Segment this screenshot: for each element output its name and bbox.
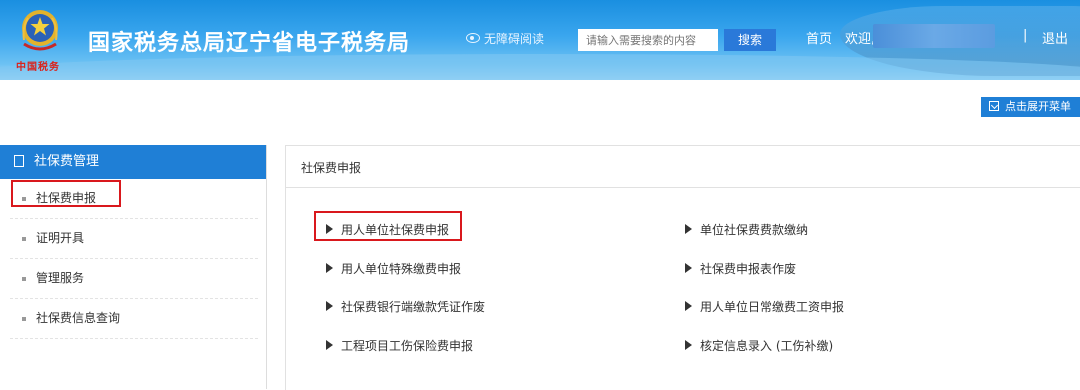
triangle-right-icon <box>326 301 333 311</box>
link-project-injury-insurance-declaration[interactable]: 工程项目工伤保险费申报 <box>326 337 473 354</box>
sidebar-item-label: 管理服务 <box>36 271 85 285</box>
link-label: 用人单位特殊缴费申报 <box>341 262 462 276</box>
document-icon <box>14 155 24 167</box>
search-button[interactable]: 搜索 <box>724 29 776 51</box>
highlight-box-sidebar <box>11 180 121 207</box>
search-input[interactable] <box>578 29 718 51</box>
triangle-right-icon <box>685 340 692 350</box>
link-label: 单位社保费费款缴纳 <box>700 223 809 237</box>
link-bank-voucher-void[interactable]: 社保费银行端缴款凭证作废 <box>326 298 485 315</box>
triangle-right-icon <box>326 340 333 350</box>
link-daily-wage-declaration[interactable]: 用人单位日常缴费工资申报 <box>685 298 844 315</box>
link-label: 用人单位日常缴费工资申报 <box>700 300 845 314</box>
site-header: 中国税务 国家税务总局辽宁省电子税务局 无障碍阅读 搜索 首页 欢迎, | 退出 <box>0 0 1080 80</box>
header-decoration <box>0 54 1080 80</box>
redacted-username <box>873 24 995 48</box>
link-label: 核定信息录入 (工伤补缴) <box>700 339 834 353</box>
logout-link[interactable]: 退出 <box>1042 28 1068 47</box>
link-declaration-form-void[interactable]: 社保费申报表作废 <box>685 260 796 277</box>
sidebar-item-info-query[interactable]: 社保费信息查询 <box>10 299 258 339</box>
expand-down-icon <box>989 101 999 111</box>
home-link[interactable]: 首页 <box>806 28 832 47</box>
link-verified-info-entry[interactable]: 核定信息录入 (工伤补缴) <box>685 337 833 354</box>
highlight-box-main <box>314 211 462 241</box>
tax-emblem-icon <box>22 10 58 51</box>
accessibility-reading-link[interactable]: 无障碍阅读 <box>466 30 544 47</box>
link-label: 工程项目工伤保险费申报 <box>341 339 474 353</box>
sidebar-item-label: 社保费信息查询 <box>36 311 121 325</box>
bullet-icon <box>22 317 26 321</box>
triangle-right-icon <box>685 263 692 273</box>
triangle-right-icon <box>326 263 333 273</box>
sidebar-item-label: 证明开具 <box>36 231 85 245</box>
sidebar-item-certificate-issuance[interactable]: 证明开具 <box>10 219 258 259</box>
triangle-right-icon <box>685 301 692 311</box>
link-label: 社保费银行端缴款凭证作废 <box>341 300 486 314</box>
eye-icon <box>466 33 480 43</box>
link-employer-special-payment-declaration[interactable]: 用人单位特殊缴费申报 <box>326 260 461 277</box>
link-label: 社保费申报表作废 <box>700 262 797 276</box>
nav-separator: | <box>1023 28 1028 43</box>
panel-title: 社保费申报 <box>286 146 1080 188</box>
expand-menu-button[interactable]: 点击展开菜单 <box>981 97 1080 117</box>
bullet-icon <box>22 237 26 241</box>
emblem-script-text: 中国税务 <box>16 62 60 73</box>
site-title: 国家税务总局辽宁省电子税务局 <box>88 31 411 56</box>
accessibility-label: 无障碍阅读 <box>484 32 545 46</box>
sidebar-title: 社保费管理 <box>34 154 100 169</box>
welcome-text: 欢迎, <box>845 32 876 47</box>
triangle-right-icon <box>685 224 692 234</box>
expand-menu-label: 点击展开菜单 <box>1005 100 1071 113</box>
bullet-icon <box>22 277 26 281</box>
sidebar-header[interactable]: 社保费管理 <box>0 145 266 179</box>
sidebar-item-management-services[interactable]: 管理服务 <box>10 259 258 299</box>
link-unit-fee-payment[interactable]: 单位社保费费款缴纳 <box>685 221 808 238</box>
